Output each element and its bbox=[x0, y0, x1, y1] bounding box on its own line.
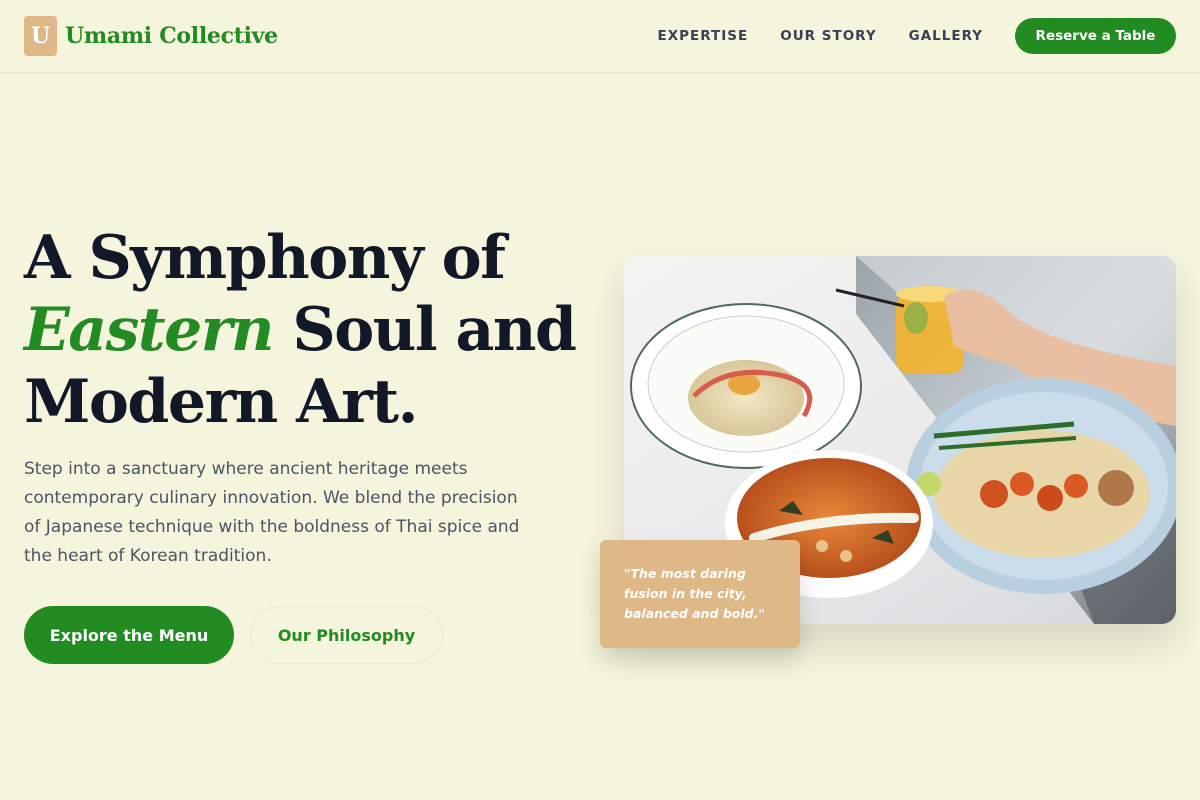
brand[interactable]: U Umami Collective bbox=[24, 16, 278, 56]
quote-text: "The most daring fusion in the city, bal… bbox=[624, 566, 765, 621]
hero-title-accent: Eastern bbox=[24, 295, 275, 365]
nav-link-expertise[interactable]: EXPERTISE bbox=[658, 28, 749, 44]
hero-description: Step into a sanctuary where ancient heri… bbox=[24, 459, 520, 566]
reserve-table-button[interactable]: Reserve a Table bbox=[1015, 18, 1176, 54]
site-header: U Umami Collective EXPERTISE OUR STORY G… bbox=[0, 0, 1200, 73]
main-nav: EXPERTISE OUR STORY GALLERY Reserve a Ta… bbox=[658, 18, 1176, 54]
hero-title-line2: Soul and bbox=[273, 295, 577, 365]
hero-title: A Symphony of Eastern Soul and Modern Ar… bbox=[24, 222, 594, 438]
nav-link-our-story[interactable]: OUR STORY bbox=[780, 28, 876, 44]
hero-title-line1: A Symphony of bbox=[24, 223, 506, 293]
brand-name: Umami Collective bbox=[65, 23, 278, 49]
explore-menu-button[interactable]: Explore the Menu bbox=[24, 606, 234, 664]
logo-icon: U bbox=[24, 16, 57, 56]
nav-link-gallery[interactable]: GALLERY bbox=[909, 28, 983, 44]
hero-title-line3: Modern Art. bbox=[24, 367, 418, 437]
our-philosophy-button[interactable]: Our Philosophy bbox=[250, 606, 443, 664]
testimonial-quote-card: "The most daring fusion in the city, bal… bbox=[600, 540, 800, 648]
